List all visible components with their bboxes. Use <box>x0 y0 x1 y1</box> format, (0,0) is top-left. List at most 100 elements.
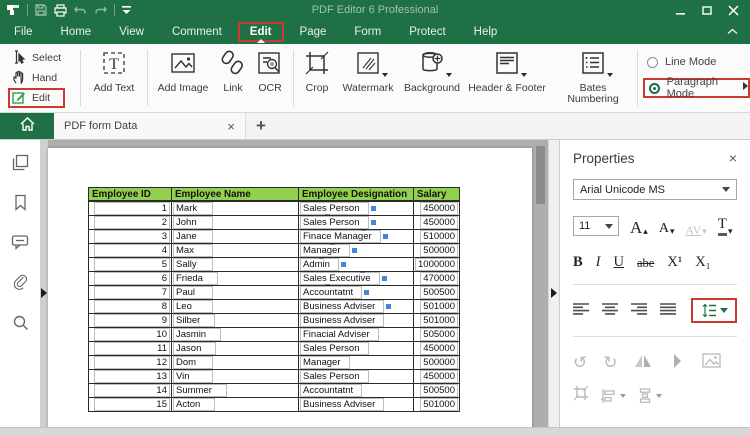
minimize-icon[interactable] <box>670 1 692 19</box>
selection-handle[interactable] <box>340 262 346 268</box>
selection-handle[interactable] <box>382 234 388 240</box>
font-size-select[interactable]: 11 <box>573 216 619 236</box>
comments-icon[interactable] <box>10 232 30 252</box>
page-thumbnails-icon[interactable] <box>10 152 30 172</box>
justify-button[interactable] <box>660 302 676 320</box>
paragraph-mode-radio[interactable]: Paragraph Mode <box>643 76 750 100</box>
cell-employee-id[interactable]: 13 <box>94 370 170 383</box>
expand-sidebar-arrow-icon[interactable] <box>41 288 47 298</box>
cell-employee-name[interactable]: Max <box>173 244 213 257</box>
ribbon-overflow-icon[interactable] <box>743 82 748 90</box>
cell-salary[interactable]: 500000 <box>420 356 458 369</box>
vertical-scrollbar[interactable] <box>536 146 545 204</box>
ocr-button[interactable]: OCR <box>249 49 291 94</box>
crop-button[interactable]: Crop <box>296 49 338 94</box>
dropdown-arrow-icon[interactable] <box>446 73 452 77</box>
cell-employee-name[interactable]: Frieda <box>173 272 218 285</box>
cell-employee-name[interactable]: Mark <box>173 202 213 215</box>
link-button[interactable]: Link <box>215 49 251 94</box>
sidebar-splitter[interactable] <box>40 140 48 427</box>
cell-employee-designation[interactable]: Sales Person <box>300 370 369 383</box>
background-button[interactable]: Background <box>399 49 465 94</box>
cell-employee-designation[interactable]: Manager <box>300 244 357 257</box>
cell-employee-id[interactable]: 14 <box>94 384 170 397</box>
font-color-button[interactable]: T ▾ <box>717 217 733 236</box>
cell-employee-designation[interactable]: Finacial Adviser <box>300 328 379 341</box>
cell-employee-id[interactable]: 6 <box>94 272 170 285</box>
cell-salary[interactable]: 501000 <box>420 398 458 411</box>
cell-employee-name[interactable]: Jasmin <box>173 328 222 341</box>
cell-employee-designation[interactable]: Finace Manager <box>300 230 388 243</box>
cell-employee-designation[interactable]: Business Adviser <box>300 300 392 313</box>
cell-employee-name[interactable]: Acton <box>173 398 216 411</box>
tab-close-icon[interactable]: × <box>227 119 235 134</box>
cell-employee-id[interactable]: 12 <box>94 356 170 369</box>
redo-icon[interactable] <box>94 5 107 16</box>
cell-employee-name[interactable]: Silber <box>173 314 216 327</box>
selection-handle[interactable] <box>318 258 324 260</box>
collapse-ribbon-icon[interactable] <box>727 26 738 38</box>
select-tool-button[interactable]: Select <box>8 48 65 68</box>
cell-salary[interactable]: 1000000 <box>415 258 458 271</box>
cell-salary[interactable]: 500500 <box>420 286 458 299</box>
cell-employee-name[interactable]: Dom <box>173 356 213 369</box>
selection-handle[interactable] <box>351 248 357 254</box>
cell-salary[interactable]: 505000 <box>420 328 458 341</box>
cell-employee-id[interactable]: 10 <box>94 328 170 341</box>
menu-item-edit[interactable]: Edit <box>237 22 284 43</box>
cell-employee-id[interactable]: 7 <box>94 286 170 299</box>
cell-employee-name[interactable]: Jason <box>173 342 217 355</box>
bates-numbering-button[interactable]: Bates Numbering <box>554 49 632 105</box>
font-family-select[interactable]: Arial Unicode MS <box>573 179 737 200</box>
line-spacing-button[interactable] <box>691 298 737 323</box>
cell-salary[interactable]: 450000 <box>420 342 458 355</box>
cell-employee-name[interactable]: John <box>173 216 213 229</box>
cell-salary[interactable]: 450000 <box>420 370 458 383</box>
cell-salary[interactable]: 500000 <box>420 244 458 257</box>
selection-handle[interactable] <box>386 304 392 310</box>
line-mode-radio[interactable]: Line Mode <box>643 52 750 72</box>
cell-employee-designation[interactable]: Admin <box>300 258 346 271</box>
cell-employee-designation[interactable]: Sales Person <box>300 216 376 229</box>
menu-item-comment[interactable]: Comment <box>158 22 236 42</box>
maximize-icon[interactable] <box>696 1 718 19</box>
add-text-button[interactable]: T Add Text <box>84 49 144 94</box>
cell-employee-designation[interactable]: Manager <box>300 356 350 369</box>
selection-handle[interactable] <box>329 244 335 246</box>
cell-salary[interactable]: 450000 <box>420 202 458 215</box>
cell-employee-id[interactable]: 8 <box>94 300 170 313</box>
align-right-button[interactable] <box>631 302 647 320</box>
selection-handle[interactable] <box>370 206 376 212</box>
new-tab-button[interactable]: + <box>246 113 276 139</box>
superscript-button[interactable]: X¹ <box>667 254 682 271</box>
selection-handle[interactable] <box>359 272 365 274</box>
menu-item-protect[interactable]: Protect <box>395 22 459 42</box>
undo-icon[interactable] <box>74 5 87 16</box>
bookmarks-icon[interactable] <box>10 192 30 212</box>
cell-employee-id[interactable]: 9 <box>94 314 170 327</box>
menu-item-form[interactable]: Form <box>340 22 395 42</box>
cell-salary[interactable]: 501000 <box>420 300 458 313</box>
cell-employee-name[interactable]: Leo <box>173 300 213 313</box>
selection-handle[interactable] <box>381 276 387 282</box>
save-icon[interactable] <box>35 4 47 16</box>
menu-item-file[interactable]: File <box>0 22 47 42</box>
add-image-button[interactable]: Add Image <box>151 49 215 94</box>
cell-employee-name[interactable]: Jane <box>173 230 213 243</box>
dropdown-arrow-icon[interactable] <box>382 73 388 77</box>
cell-employee-id[interactable]: 2 <box>94 216 170 229</box>
align-center-button[interactable] <box>602 302 618 320</box>
properties-close-icon[interactable]: × <box>729 150 737 166</box>
properties-splitter[interactable] <box>548 140 559 427</box>
selection-handle[interactable] <box>360 230 366 232</box>
cell-salary[interactable]: 450000 <box>420 216 458 229</box>
cell-employee-name[interactable]: Summer <box>173 384 227 397</box>
menu-item-home[interactable]: Home <box>47 22 106 42</box>
cell-employee-designation[interactable]: Business Adviser <box>300 398 385 411</box>
cell-employee-designation[interactable]: Business Adviser <box>300 314 385 327</box>
cell-salary[interactable]: 501000 <box>420 314 458 327</box>
menu-item-page[interactable]: Page <box>286 22 341 42</box>
menu-item-help[interactable]: Help <box>460 22 512 42</box>
cell-salary[interactable]: 500500 <box>420 384 458 397</box>
cell-employee-id[interactable]: 3 <box>94 230 170 243</box>
